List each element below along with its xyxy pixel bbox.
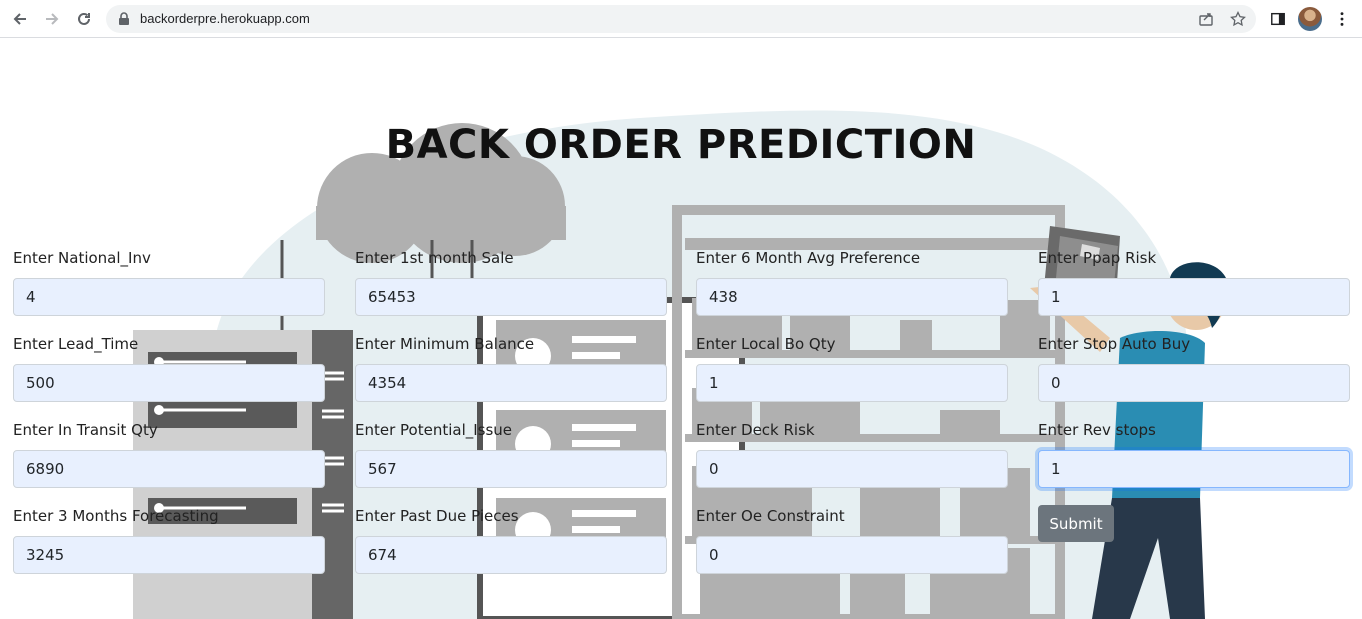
lead-time-input[interactable] [13,364,325,402]
label-local-bo-qty: Enter Local Bo Qty [696,335,836,353]
deck-risk-input[interactable] [696,450,1008,488]
browser-toolbar: backorderpre.herokuapp.com [0,0,1362,38]
stop-auto-buy-input[interactable] [1038,364,1350,402]
share-icon[interactable] [1198,11,1214,27]
label-3-months-forecasting: Enter 3 Months Forecasting [13,507,219,525]
label-rev-stops: Enter Rev stops [1038,421,1156,439]
star-icon[interactable] [1230,11,1246,27]
page-content: BACK ORDER PREDICTION Enter National_Inv… [0,38,1362,619]
label-deck-risk: Enter Deck Risk [696,421,815,439]
lock-icon[interactable] [116,11,132,27]
label-6-month-avg-preference: Enter 6 Month Avg Preference [696,249,921,267]
reload-icon[interactable] [72,7,96,31]
rev-stops-input[interactable] [1038,450,1350,488]
label-in-transit-qty: Enter In Transit Qty [13,421,158,439]
perf-6-month-avg-input[interactable] [696,278,1008,316]
address-bar[interactable]: backorderpre.herokuapp.com [106,5,1256,33]
side-panel-icon[interactable] [1266,7,1290,31]
oe-constraint-input[interactable] [696,536,1008,574]
potential-issue-input[interactable] [355,450,667,488]
arrow-right-icon[interactable] [40,7,64,31]
profile-avatar[interactable] [1298,7,1322,31]
sales-1-month-input[interactable] [355,278,667,316]
ppap-risk-input[interactable] [1038,278,1350,316]
submit-button[interactable]: Submit [1038,505,1114,542]
label-lead-time: Enter Lead_Time [13,335,139,353]
national-inv-input[interactable] [13,278,325,316]
kebab-menu-icon[interactable] [1330,7,1354,31]
minimum-balance-input[interactable] [355,364,667,402]
past-due-pieces-input[interactable] [355,536,667,574]
label-stop-auto-buy: Enter Stop Auto Buy [1038,335,1191,353]
arrow-left-icon[interactable] [8,7,32,31]
label-minimum-balance: Enter Minimum Balance [355,335,535,353]
url-text: backorderpre.herokuapp.com [140,11,310,26]
in-transit-qty-input[interactable] [13,450,325,488]
label-1st-month-sale: Enter 1st month Sale [355,249,514,267]
label-past-due-pieces: Enter Past Due Pieces [355,507,519,525]
page-title: BACK ORDER PREDICTION [385,122,977,168]
forecast-3-month-input[interactable] [13,536,325,574]
local-bo-qty-input[interactable] [696,364,1008,402]
label-ppap-risk: Enter Ppap Risk [1038,249,1157,267]
label-national-inv: Enter National_Inv [13,249,151,267]
label-potential-issue: Enter Potential_Issue [355,421,513,439]
label-oe-constraint: Enter Oe Constraint [696,507,845,525]
